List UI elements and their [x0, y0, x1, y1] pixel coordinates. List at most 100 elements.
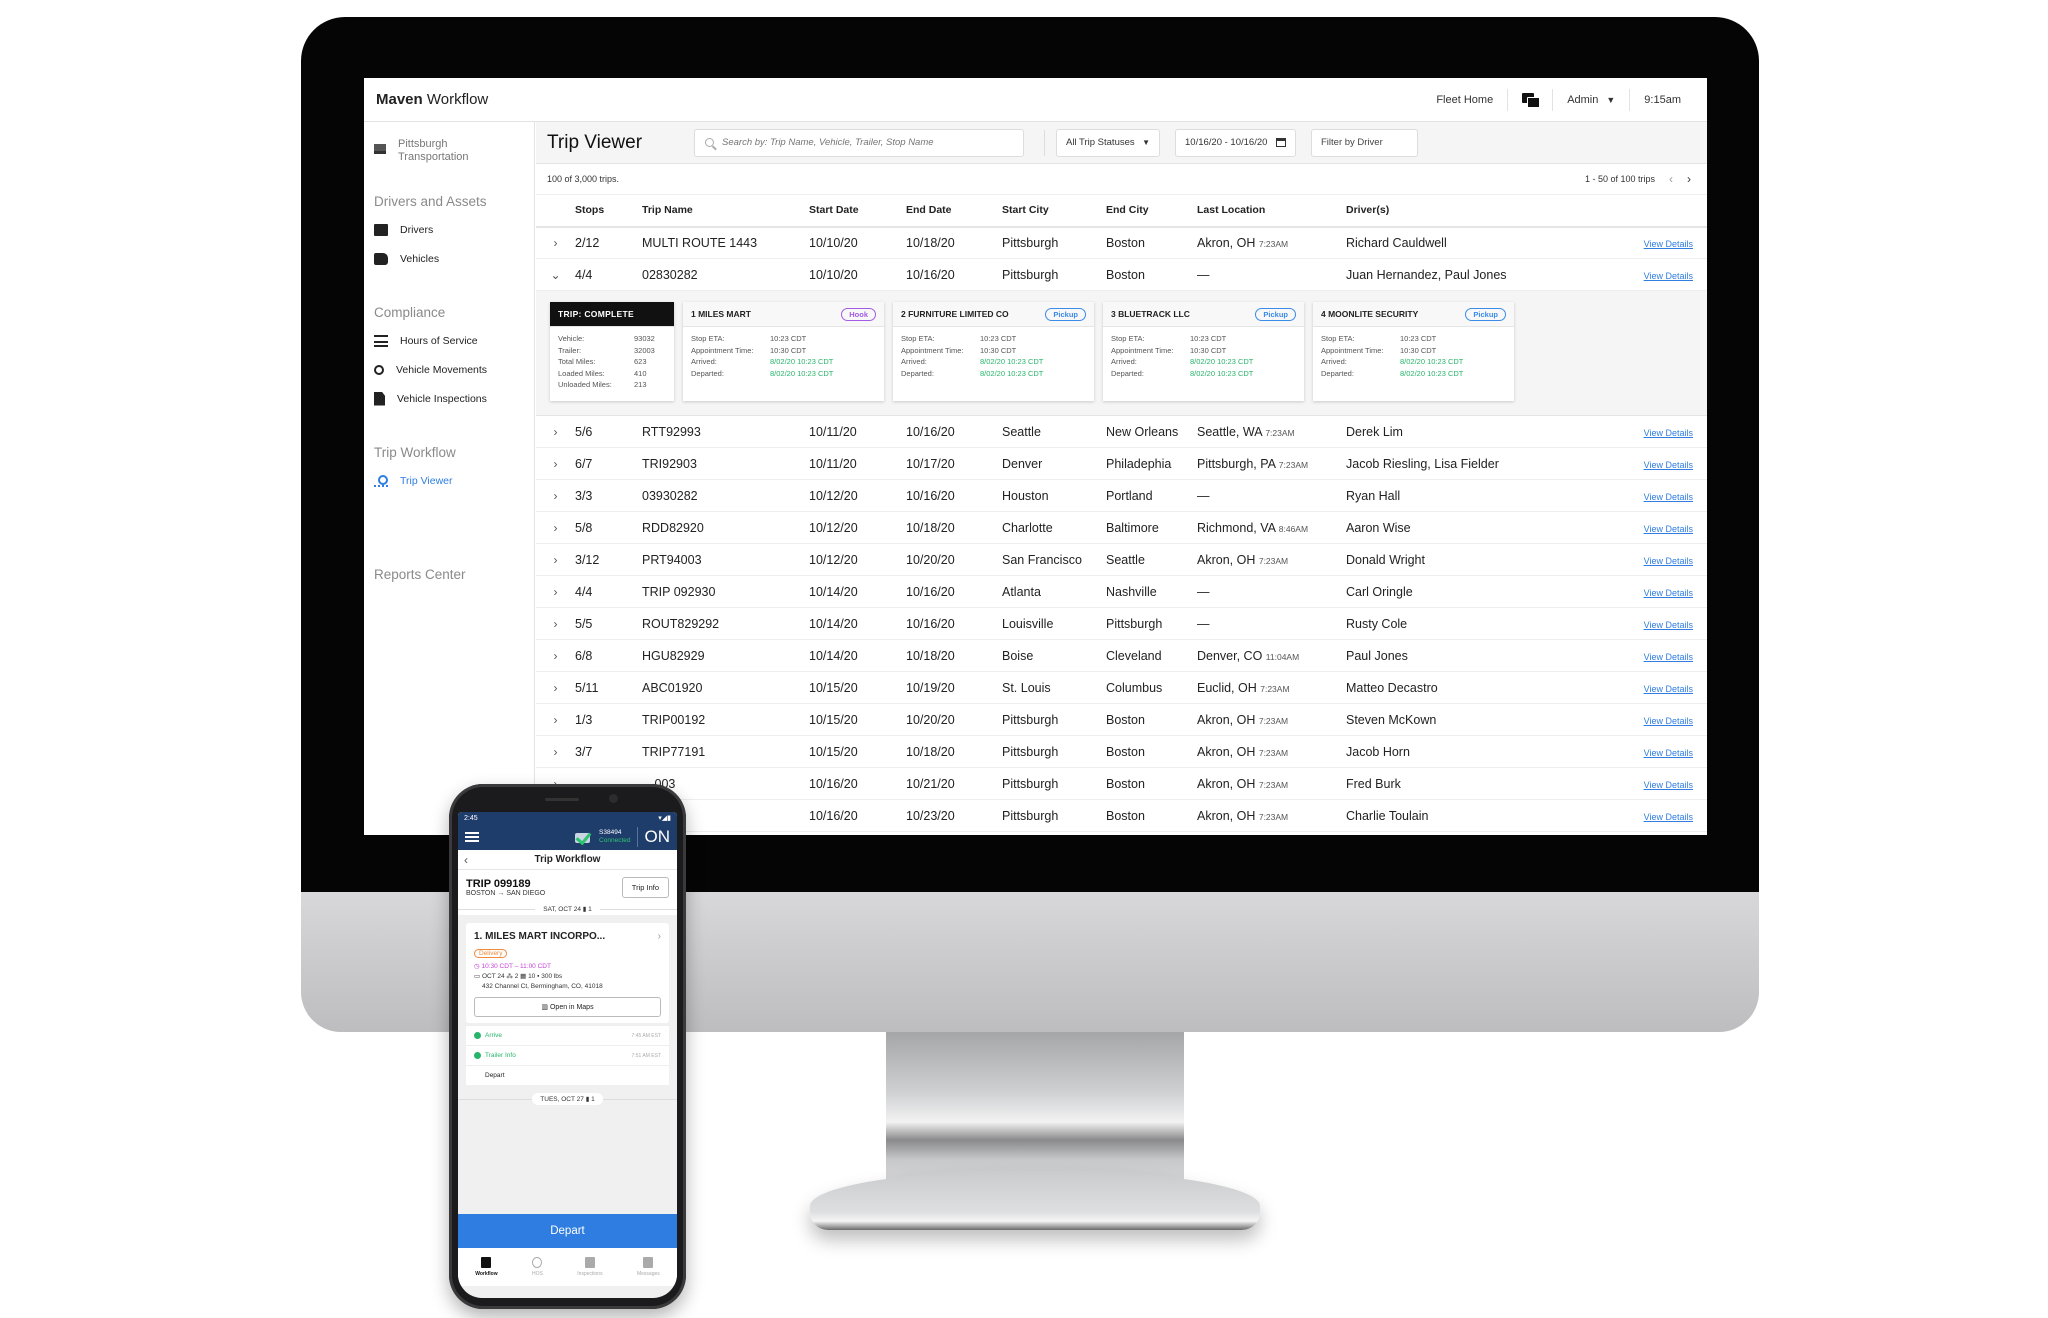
sidebar-item-vehicle-movements[interactable]: Vehicle Movements	[364, 355, 534, 384]
view-details-link[interactable]: View Details	[1644, 716, 1693, 726]
stop-card[interactable]: 2 FURNITURE LIMITED CO Pickup Stop ETA: 10:…	[893, 302, 1094, 401]
table-row[interactable]: › 3/12 PRT94003 10/12/20 10/20/20 San Francis…	[536, 543, 1707, 576]
table-row[interactable]: › 6/8 HGU82929 10/14/20 10/18/20 Boise Clevela…	[536, 639, 1707, 672]
cell-actions: View Details	[1596, 799, 1707, 832]
column-header-last-location[interactable]: Last Location	[1197, 194, 1346, 228]
column-header-stops[interactable]: Stops	[575, 194, 642, 228]
table-row[interactable]: › 3/3 03930282 10/12/20 10/16/20 Houston Portl…	[536, 479, 1707, 512]
connection-status[interactable]: S38494 Connected	[575, 829, 631, 845]
table-row[interactable]: › 6/7 TRI92903 10/11/20 10/17/20 Denver Philad…	[536, 447, 1707, 480]
chevron-down-icon[interactable]: ⌄	[536, 258, 575, 291]
trip-status-select[interactable]: All Trip Statuses ▼	[1056, 128, 1160, 157]
table-row[interactable]: › 5/8 RDD82920 10/12/20 10/18/20 Charlotte Bal…	[536, 511, 1707, 544]
view-details-link[interactable]: View Details	[1644, 556, 1693, 566]
open-in-maps-button[interactable]: ▥ Open in Maps	[474, 997, 661, 1017]
sidebar-item-hours-of-service[interactable]: Hours of Service	[364, 326, 534, 355]
table-row[interactable]: › 3/7 TRIP77191 10/15/20 10/18/20 Pittsburgh B…	[536, 735, 1707, 768]
mobile-title-bar: ‹ Trip Workflow	[458, 850, 677, 870]
table-row[interactable]: ›…293010/16/2010/23/20PittsburghBostonAk…	[536, 799, 1707, 832]
step-trailer-info[interactable]: Trailer Info 7:51 AM EST	[466, 1045, 669, 1065]
stop-title: 1 MILES MART	[691, 309, 751, 319]
user-menu[interactable]: Admin ▼	[1552, 88, 1629, 111]
view-details-link[interactable]: View Details	[1644, 620, 1693, 630]
cell-trip-name: RTT92993	[642, 415, 809, 448]
view-details-link[interactable]: View Details	[1644, 588, 1693, 598]
cell-drivers: Jacob Horn	[1346, 735, 1596, 768]
table-row[interactable]: › 2/12 MULTI ROUTE 1443 10/10/20 10/18/20 Pit…	[536, 226, 1707, 259]
chevron-right-icon[interactable]: ›	[536, 703, 575, 736]
step-depart[interactable]: Depart	[466, 1065, 669, 1085]
table-row[interactable]: › 5/5 ROUT829292 10/14/20 10/16/20 Louisville…	[536, 607, 1707, 640]
chevron-right-icon[interactable]: ›	[536, 543, 575, 576]
view-details-link[interactable]: View Details	[1644, 780, 1693, 790]
view-details-link[interactable]: View Details	[1644, 524, 1693, 534]
table-row[interactable]: › 5/11 ABC01920 10/15/20 10/19/20 St. Louis Co…	[536, 671, 1707, 704]
chevron-right-icon[interactable]: ›	[536, 511, 575, 544]
date-range-picker[interactable]: 10/16/20 - 10/16/20	[1175, 128, 1296, 157]
stop-card[interactable]: 1. MILES MART INCORPO... › Delivery ◷ 10:…	[466, 923, 669, 1023]
column-header-start-date[interactable]: Start Date	[809, 194, 906, 228]
stop-card[interactable]: 4 MOONLITE SECURITY Pickup Stop ETA: 10:23 …	[1313, 302, 1514, 401]
prev-page-icon[interactable]: ‹	[1669, 172, 1673, 186]
tab-workflow[interactable]: Workflow	[475, 1257, 498, 1277]
messages-button[interactable]	[1507, 88, 1552, 111]
sidebar-item-trip-viewer[interactable]: Trip Viewer	[364, 466, 534, 495]
column-header-end-date[interactable]: End Date	[906, 194, 1002, 228]
search-input[interactable]	[722, 137, 1002, 148]
chevron-right-icon[interactable]: ›	[536, 671, 575, 704]
column-header-end-city[interactable]: End City	[1106, 194, 1197, 228]
tab-hos[interactable]: HOS	[532, 1257, 543, 1277]
view-details-link[interactable]: View Details	[1644, 460, 1693, 470]
table-row[interactable]: › 1/3 TRIP00192 10/15/20 10/20/20 Pittsburgh B…	[536, 703, 1707, 736]
cell-trip-name: 03930282	[642, 479, 809, 512]
view-details-link[interactable]: View Details	[1644, 271, 1693, 281]
cell-trip-name: ABC01920	[642, 671, 809, 704]
depart-button[interactable]: Depart	[458, 1214, 677, 1248]
chevron-right-icon[interactable]: ›	[536, 415, 575, 448]
sidebar-item-vehicle-inspections[interactable]: Vehicle Inspections	[364, 384, 534, 413]
phone-speaker	[545, 798, 579, 801]
view-details-link[interactable]: View Details	[1644, 812, 1693, 822]
view-details-link[interactable]: View Details	[1644, 239, 1693, 249]
chevron-right-icon[interactable]: ›	[536, 639, 575, 672]
chevron-right-icon[interactable]: ›	[536, 447, 575, 480]
cell-last-location: —	[1197, 479, 1346, 512]
fleet-home-link[interactable]: Fleet Home	[1422, 89, 1507, 111]
sidebar-item-vehicles[interactable]: Vehicles	[364, 244, 534, 273]
column-header-start-city[interactable]: Start City	[1002, 194, 1106, 228]
sidebar-item-drivers[interactable]: Drivers	[364, 215, 534, 244]
column-header-drivers[interactable]: Driver(s)	[1346, 194, 1596, 228]
driver-filter-input[interactable]: Filter by Driver	[1311, 128, 1418, 157]
view-details-link[interactable]: View Details	[1644, 684, 1693, 694]
step-arrive[interactable]: Arrive 7:45 AM EST	[466, 1025, 669, 1045]
search-field[interactable]	[694, 128, 1024, 157]
table-row[interactable]: ›…00310/16/2010/21/20PittsburghBostonAkr…	[536, 767, 1707, 800]
trip-info-button[interactable]: Trip Info	[621, 877, 669, 898]
duty-status-toggle[interactable]: ON	[636, 827, 670, 847]
chevron-right-icon[interactable]: ›	[536, 735, 575, 768]
table-row[interactable]: › 4/4 TRIP 092930 10/14/20 10/16/20 Atlanta Na…	[536, 575, 1707, 608]
cell-start-city: Pittsburgh	[1002, 767, 1106, 800]
next-page-icon[interactable]: ›	[1687, 172, 1691, 186]
view-details-link[interactable]: View Details	[1644, 652, 1693, 662]
chevron-right-icon[interactable]: ›	[536, 575, 575, 608]
chevron-right-icon[interactable]: ›	[536, 479, 575, 512]
app-brand[interactable]: Maven Workflow	[376, 91, 488, 108]
cell-last-location: Akron, OH 7:23AM	[1197, 735, 1346, 768]
menu-icon[interactable]	[465, 832, 479, 842]
back-icon[interactable]: ‹	[464, 853, 468, 867]
tab-messages[interactable]: Messages	[637, 1257, 660, 1277]
sidebar-item-reports-center[interactable]: Reports Center	[364, 567, 534, 582]
chevron-right-icon[interactable]: ›	[536, 226, 575, 259]
table-row[interactable]: › 5/6 RTT92993 10/11/20 10/16/20 Seattle New O…	[536, 415, 1707, 448]
view-details-link[interactable]: View Details	[1644, 492, 1693, 502]
view-details-link[interactable]: View Details	[1644, 428, 1693, 438]
chevron-right-icon[interactable]: ›	[536, 607, 575, 640]
stop-card[interactable]: 1 MILES MART Hook Stop ETA: 10:23 CDT Appoin…	[683, 302, 884, 401]
stop-card[interactable]: 3 BLUETRACK LLC Pickup Stop ETA: 10:23 CDT A…	[1103, 302, 1304, 401]
view-details-link[interactable]: View Details	[1644, 748, 1693, 758]
tab-inspections[interactable]: Inspections	[577, 1257, 603, 1277]
column-header-trip-name[interactable]: Trip Name	[642, 194, 809, 228]
organization[interactable]: Pittsburgh Transportation	[364, 138, 534, 164]
table-row[interactable]: ⌄ 4/4 02830282 10/10/20 10/16/20 Pittsburgh Bo…	[536, 258, 1707, 291]
